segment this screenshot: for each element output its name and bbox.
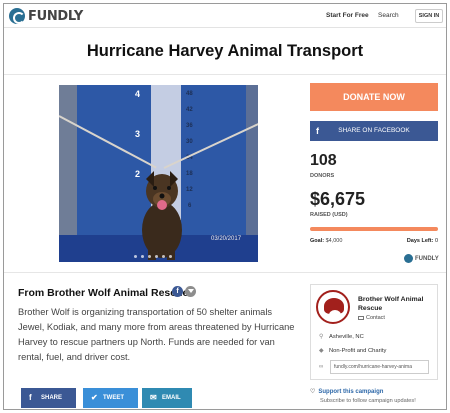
organizer-location: ⚲ Asheville, NC — [319, 333, 364, 340]
height-number: 4 — [135, 89, 141, 99]
heart-icon: ♡ — [310, 389, 316, 395]
dog-illustration — [142, 171, 182, 260]
nav-start-for-free[interactable]: Start For Free — [326, 12, 369, 19]
days-left-value: 0 — [434, 238, 438, 244]
support-subtitle: Subscribe to follow campaign updates! — [320, 398, 416, 404]
page-frame: FUNDLY Start For Free Search SIGN IN Hur… — [3, 3, 447, 410]
carousel-dot[interactable] — [155, 255, 158, 258]
support-campaign-link[interactable]: ♡ Support this campaign — [310, 388, 383, 395]
tweet-button-label: TWEET — [103, 395, 124, 401]
envelope-icon: ✉ — [150, 393, 157, 402]
facebook-icon: f — [29, 393, 32, 402]
fundly-logo-icon — [9, 8, 25, 24]
location-pin-icon: ⚲ — [319, 334, 324, 340]
share-on-facebook-label: SHARE ON FACEBOOK — [338, 127, 410, 134]
donors-count: 108 — [310, 152, 337, 169]
height-tick: 30 — [186, 139, 193, 145]
fundly-badge-text: FUNDLY — [415, 255, 439, 262]
email-button[interactable]: ✉ EMAIL — [142, 388, 192, 408]
share-button[interactable]: f SHARE — [21, 388, 76, 408]
height-tick: 42 — [186, 107, 193, 113]
donors-label: DONORS — [310, 173, 335, 179]
goal: Goal: $4,000 — [310, 238, 342, 244]
days-left: Days Left: 0 — [384, 238, 438, 244]
height-tick: 48 — [186, 91, 193, 97]
envelope-icon — [358, 315, 364, 320]
height-tick: 36 — [186, 123, 193, 129]
carousel-dots[interactable] — [134, 255, 176, 258]
raised-amount: $6,675 — [310, 189, 366, 209]
divider — [4, 272, 446, 273]
campaign-photo[interactable]: 4 3 2 48 42 36 30 24 18 12 6 03/20/2017 — [59, 85, 258, 262]
carousel-dot[interactable] — [162, 255, 165, 258]
carousel-dot[interactable] — [148, 255, 151, 258]
tag-icon: ◆ — [319, 348, 324, 354]
contact-label: Contact — [366, 315, 385, 321]
fundly-badge-icon — [404, 254, 413, 263]
carousel-dot[interactable] — [141, 255, 144, 258]
days-left-label: Days Left: — [406, 238, 434, 244]
goal-value: $4,000 — [325, 238, 343, 244]
campaign-title: Hurricane Harvey Animal Transport — [86, 42, 364, 60]
tweet-button[interactable]: ✔ TWEET — [83, 388, 138, 408]
link-icon: ∞ — [319, 364, 324, 370]
campaign-description: Brother Wolf is organizing transportatio… — [18, 307, 295, 362]
contact-link[interactable]: Contact — [358, 315, 385, 321]
carousel-dot[interactable] — [169, 255, 172, 258]
facebook-icon: f — [316, 126, 319, 136]
twitter-icon: ✔ — [91, 393, 98, 402]
top-bar: FUNDLY Start For Free Search SIGN IN — [4, 4, 446, 28]
facebook-badge-icon[interactable]: f — [172, 286, 183, 297]
campaign-url-field[interactable]: fundly.com/hurricane-harvey-anima — [330, 360, 429, 374]
fundly-logo[interactable]: FUNDLY — [9, 8, 83, 24]
location-text: Asheville, NC — [329, 334, 364, 340]
divider — [4, 74, 446, 75]
wolf-shape — [329, 310, 341, 320]
fundly-badge[interactable]: FUNDLY — [404, 254, 439, 263]
donate-now-button[interactable]: DONATE NOW — [310, 83, 438, 111]
photo-timestamp: 03/20/2017 — [211, 236, 242, 242]
funding-progress-fill — [310, 227, 438, 231]
sign-in-button[interactable]: SIGN IN — [415, 9, 443, 23]
support-title: Support this campaign — [318, 389, 384, 395]
email-button-label: EMAIL — [162, 395, 181, 401]
share-on-facebook-button[interactable]: f SHARE ON FACEBOOK — [310, 121, 438, 141]
organizer-name[interactable]: Brother Wolf Animal Rescue — [358, 295, 434, 313]
organizer-heading: From Brother Wolf Animal Rescue — [18, 287, 189, 299]
fundly-logo-text: FUNDLY — [28, 8, 83, 24]
raised-label: RAISED (USD) — [310, 212, 348, 218]
height-number: 3 — [135, 129, 141, 139]
nav-search[interactable]: Search — [378, 12, 399, 19]
carousel-dot[interactable] — [134, 255, 137, 258]
goal-label: Goal: — [310, 238, 325, 244]
dropdown-badge-icon[interactable] — [185, 286, 196, 297]
organizer-logo[interactable] — [316, 290, 350, 324]
organizer-social-icons: f — [172, 286, 196, 297]
category-text: Non-Profit and Charity — [329, 348, 387, 354]
funding-progress-bar — [310, 227, 438, 231]
organizer-card: Brother Wolf Animal Rescue Contact ⚲ Ashe… — [310, 284, 438, 380]
organizer-category: ◆ Non-Profit and Charity — [319, 347, 386, 354]
share-button-label: SHARE — [41, 395, 63, 401]
